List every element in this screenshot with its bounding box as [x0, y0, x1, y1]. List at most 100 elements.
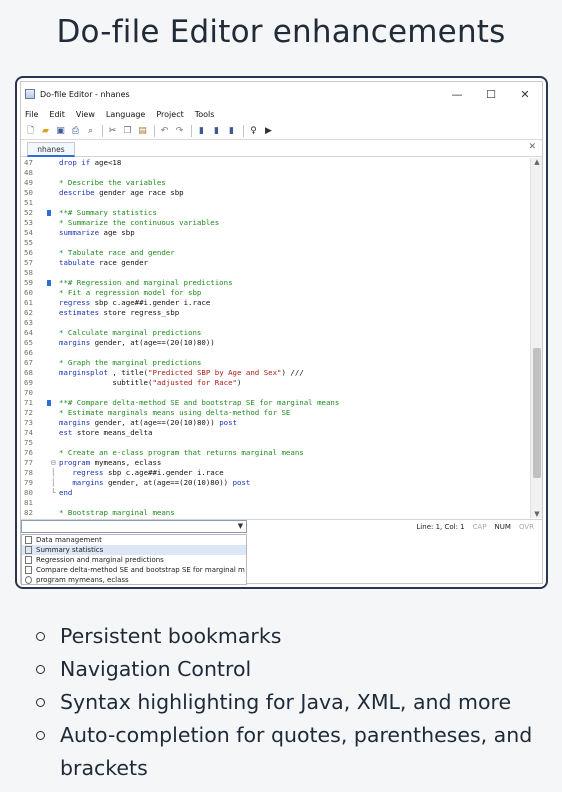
- program-icon: [25, 576, 32, 584]
- code-line[interactable]: 72 * Estimate marginals means using delta…: [21, 408, 542, 418]
- code-line[interactable]: 57 tabulate race gender: [21, 258, 542, 268]
- code-line[interactable]: 68 marginsplot , title("Predicted SBP by …: [21, 368, 542, 378]
- bookmark-icon: [25, 556, 32, 564]
- fold-marker-icon[interactable]: ⊟: [51, 458, 55, 468]
- navigation-item[interactable]: Data management: [22, 535, 246, 545]
- feature-text: Auto-completion for quotes, parentheses,…: [60, 723, 533, 780]
- line-number: 47: [24, 158, 33, 167]
- comment-token: * Fit a regression model for sbp: [59, 288, 202, 297]
- menu-project[interactable]: Project: [156, 110, 183, 119]
- keyword-token: post: [219, 418, 238, 427]
- line-number: 71: [24, 398, 33, 407]
- minimize-button[interactable]: —: [440, 88, 474, 101]
- code-line[interactable]: 77 ⊟ program mymeans, eclass: [21, 458, 542, 468]
- print-icon[interactable]: ⎙: [69, 124, 82, 137]
- bookmark-icon[interactable]: [47, 280, 51, 286]
- code-line[interactable]: 75: [21, 438, 542, 448]
- redo-icon[interactable]: ↷: [173, 124, 186, 137]
- code-line[interactable]: 62 estimates store regress_sbp: [21, 308, 542, 318]
- bookmark-prev-icon[interactable]: ▮: [225, 124, 238, 137]
- scroll-up-icon[interactable]: ▲: [531, 158, 543, 166]
- undo-icon[interactable]: ↶: [158, 124, 171, 137]
- bookmark-icon[interactable]: [47, 210, 51, 216]
- code-line[interactable]: 74 est store means_delta: [21, 428, 542, 438]
- code-line[interactable]: 79 │ margins gender, at(age==(20(10)80)) …: [21, 478, 542, 488]
- code-line[interactable]: 55: [21, 238, 542, 248]
- code-line[interactable]: 66: [21, 348, 542, 358]
- fold-marker-icon[interactable]: └: [51, 488, 55, 498]
- cut-icon[interactable]: ✂: [106, 124, 119, 137]
- close-tab-icon[interactable]: ✕: [528, 142, 536, 152]
- code-line[interactable]: 50 describe gender age race sbp: [21, 188, 542, 198]
- navigation-item[interactable]: Compare delta-method SE and bootstrap SE…: [22, 565, 246, 575]
- code-line[interactable]: 48: [21, 168, 542, 178]
- maximize-button[interactable]: ☐: [474, 88, 508, 101]
- fold-marker-icon[interactable]: │: [51, 468, 55, 478]
- menu-file[interactable]: File: [25, 110, 38, 119]
- code-line[interactable]: 58: [21, 268, 542, 278]
- fold-marker-icon[interactable]: │: [51, 478, 55, 488]
- feature-text: Navigation Control: [60, 657, 252, 681]
- code-line[interactable]: 80 └ end: [21, 488, 542, 498]
- toolbar-separator: [154, 124, 155, 137]
- code-text: * Graph the marginal predictions: [59, 358, 201, 368]
- code-line[interactable]: 61 regress sbp c.age##i.gender i.race: [21, 298, 542, 308]
- keyword-token: margins: [59, 338, 91, 347]
- code-line[interactable]: 54 summarize age sbp: [21, 228, 542, 238]
- code-line[interactable]: 63: [21, 318, 542, 328]
- navigation-item[interactable]: program mymeans, eclass: [22, 575, 246, 585]
- bookmark-next-icon[interactable]: ▮: [210, 124, 223, 137]
- bookmark-icon[interactable]: [47, 400, 51, 406]
- navigation-item[interactable]: Summary statistics: [22, 545, 246, 555]
- scroll-down-icon[interactable]: ▼: [531, 510, 543, 518]
- navigation-item-label: Regression and marginal predictions: [36, 556, 164, 564]
- code-line[interactable]: 78 │ regress sbp c.age##i.gender i.race: [21, 468, 542, 478]
- vertical-scrollbar[interactable]: ▲ ▼: [530, 158, 542, 518]
- copy-icon[interactable]: ❐: [121, 124, 134, 137]
- line-number: 68: [24, 368, 33, 377]
- code-line[interactable]: 56 * Tabulate race and gender: [21, 248, 542, 258]
- code-line[interactable]: 59 **# Regression and marginal prediction…: [21, 278, 542, 288]
- code-line[interactable]: 81: [21, 498, 542, 508]
- line-number: 82: [24, 508, 33, 517]
- show-icon[interactable]: ♀: [247, 124, 260, 137]
- code-line[interactable]: 69 subtitle("adjusted for Race"): [21, 378, 542, 388]
- code-line[interactable]: 67 * Graph the marginal predictions: [21, 358, 542, 368]
- cursor-position: Line: 1, Col: 1: [416, 522, 465, 531]
- code-line[interactable]: 65 margins gender, at(age==(20(10)80)): [21, 338, 542, 348]
- code-line[interactable]: 82 * Bootstrap marginal means: [21, 508, 542, 518]
- tab-nhanes[interactable]: nhanes: [27, 142, 75, 157]
- menu-view[interactable]: View: [76, 110, 95, 119]
- new-icon[interactable]: 🗋: [24, 124, 37, 137]
- comment-token: **# Compare delta-method SE and bootstra…: [59, 398, 340, 407]
- code-line[interactable]: 53 * Summarize the continuous variables: [21, 218, 542, 228]
- menu-edit[interactable]: Edit: [49, 110, 65, 119]
- navigation-item[interactable]: Regression and marginal predictions: [22, 555, 246, 565]
- chevron-down-icon[interactable]: ▼: [235, 521, 246, 532]
- find-icon[interactable]: ⌕: [84, 124, 97, 137]
- code-line[interactable]: 49 * Describe the variables: [21, 178, 542, 188]
- code-line[interactable]: 70: [21, 388, 542, 398]
- code-line[interactable]: 51: [21, 198, 542, 208]
- paste-icon[interactable]: ▤: [136, 124, 149, 137]
- code-line[interactable]: 47 drop if age<18: [21, 158, 542, 168]
- code-line[interactable]: 52 **# Summary statistics: [21, 208, 542, 218]
- code-editor[interactable]: 47 drop if age<18 48 49 * Describe the varia…: [21, 158, 542, 518]
- menu-tools[interactable]: Tools: [195, 110, 215, 119]
- scroll-thumb[interactable]: [533, 348, 541, 478]
- close-button[interactable]: ✕: [508, 88, 542, 101]
- execute-icon[interactable]: ▶: [262, 124, 275, 137]
- open-icon[interactable]: ▰: [39, 124, 52, 137]
- code-line[interactable]: 76 * Create an e-class program that retur…: [21, 448, 542, 458]
- code-line[interactable]: 64 * Calculate marginal predictions: [21, 328, 542, 338]
- code-text: **# Summary statistics: [59, 208, 157, 218]
- code-line[interactable]: 73 margins gender, at(age==(20(10)80)) po…: [21, 418, 542, 428]
- line-number: 60: [24, 288, 33, 297]
- menu-language[interactable]: Language: [106, 110, 145, 119]
- save-icon[interactable]: ▣: [54, 124, 67, 137]
- code-line[interactable]: 71 **# Compare delta-method SE and bootst…: [21, 398, 542, 408]
- code-line[interactable]: 60 * Fit a regression model for sbp: [21, 288, 542, 298]
- navigation-select[interactable]: ▼: [21, 520, 247, 533]
- bookmark-toggle-icon[interactable]: ▮: [195, 124, 208, 137]
- comment-token: * Estimate marginals means using delta-m…: [59, 408, 291, 417]
